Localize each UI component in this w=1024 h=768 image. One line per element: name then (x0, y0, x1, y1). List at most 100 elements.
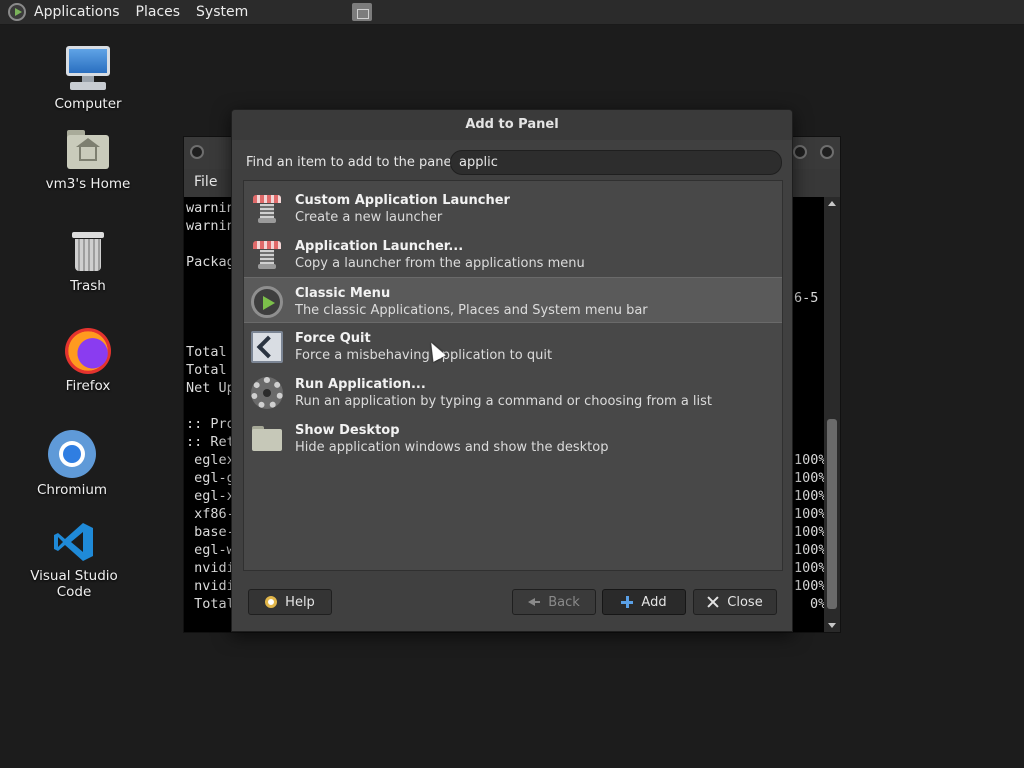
scroll-up-arrow-icon[interactable] (828, 201, 836, 206)
terminal-line: nvidi (186, 560, 235, 576)
terminal-line: Total (186, 596, 235, 612)
applications-logo-icon (8, 3, 26, 21)
item-name: Classic Menu (295, 286, 391, 301)
system-menu-label: System (196, 4, 249, 20)
terminal-scrollbar[interactable] (824, 197, 840, 632)
terminal-line: :: Pro (186, 416, 235, 432)
desktop-icon-home[interactable]: vm3's Home (28, 128, 148, 192)
terminal-percent: 100% (794, 452, 824, 468)
terminal-line: eglex (186, 452, 235, 468)
terminal-line: egl-g (186, 470, 235, 486)
home-folder-icon (65, 128, 111, 172)
item-description: Copy a launcher from the applications me… (295, 256, 585, 271)
list-item-application-launcher[interactable]: Application Launcher... Copy a launcher … (244, 231, 782, 277)
window-menu-button[interactable] (190, 145, 204, 159)
terminal-line: :: Ret (186, 434, 235, 450)
force-quit-icon (251, 331, 283, 363)
desktop-icon-label: Trash (70, 278, 106, 294)
list-item-run-application[interactable]: Run Application... Run an application by… (244, 369, 782, 415)
item-description: The classic Applications, Places and Sys… (295, 303, 648, 318)
add-button-label: Add (641, 594, 667, 610)
item-description: Run an application by typing a command o… (295, 394, 713, 409)
applications-menu-label: Applications (34, 4, 120, 20)
dialog-title: Add to Panel (232, 110, 792, 140)
close-icon (707, 596, 719, 608)
maximize-button[interactable] (793, 145, 807, 159)
terminal-percent: 100% (794, 578, 824, 594)
item-name: Force Quit (295, 331, 371, 346)
scrollbar-thumb[interactable] (827, 419, 837, 609)
terminal-percent: 100% (794, 524, 824, 540)
desktop-icon-label: vm3's Home (45, 176, 131, 192)
panel-item-list[interactable]: Custom Application Launcher Create a new… (243, 180, 783, 571)
launcher-icon (251, 239, 283, 271)
back-arrow-icon (528, 596, 541, 608)
help-button[interactable]: Help (248, 589, 332, 615)
help-button-label: Help (285, 594, 315, 610)
computer-icon (64, 44, 112, 92)
back-button-label: Back (548, 594, 580, 610)
terminal-percent: 100% (794, 542, 824, 558)
vscode-icon (52, 520, 96, 564)
terminal-line: Total (186, 344, 227, 360)
desktop-icon-trash[interactable]: Trash (28, 230, 148, 294)
desktop-icon-label: Visual Studio Code (30, 568, 118, 600)
file-menu[interactable]: File (194, 174, 217, 190)
terminal-line: egl-x (186, 488, 235, 504)
list-item-custom-application-launcher[interactable]: Custom Application Launcher Create a new… (244, 185, 782, 231)
terminal-percent: 100% (794, 488, 824, 504)
desktop-icon-label: Firefox (65, 378, 111, 394)
chromium-icon (48, 430, 96, 478)
terminal-line: Packag (186, 254, 235, 270)
terminal-line: warnin (186, 200, 235, 216)
system-menu[interactable]: System (188, 0, 256, 25)
terminal-line: xf86- (186, 506, 235, 522)
launcher-icon (251, 193, 283, 225)
desktop-icon-chromium[interactable]: Chromium (12, 430, 132, 498)
firefox-icon (65, 328, 111, 374)
item-name: Show Desktop (295, 423, 400, 438)
terminal-line: 6-5 (794, 290, 819, 306)
desktop-icon-label: Computer (54, 96, 122, 112)
item-name: Custom Application Launcher (295, 193, 510, 208)
add-to-panel-dialog: Add to Panel Find an item to add to the … (231, 109, 793, 632)
search-input[interactable] (450, 150, 782, 175)
places-menu[interactable]: Places (128, 0, 189, 25)
applications-menu[interactable]: Applications (0, 0, 128, 25)
top-panel: Applications Places System (0, 0, 1024, 25)
desktop-icon-label: Chromium (36, 482, 108, 498)
terminal-percent: 0% (810, 596, 824, 612)
close-button[interactable]: Close (693, 589, 777, 615)
list-item-show-desktop[interactable]: Show Desktop Hide application windows an… (244, 415, 782, 461)
terminal-percent: 100% (794, 560, 824, 576)
list-item-classic-menu[interactable]: Classic Menu The classic Applications, P… (244, 277, 782, 323)
add-button[interactable]: Add (602, 589, 686, 615)
item-description: Hide application windows and show the de… (295, 440, 609, 455)
list-item-force-quit[interactable]: Force Quit Force a misbehaving applicati… (244, 323, 782, 369)
desktop-icon-computer[interactable]: Computer (28, 44, 148, 112)
terminal-line: base- (186, 524, 235, 540)
close-button-label: Close (727, 594, 763, 610)
item-description: Force a misbehaving application to quit (295, 348, 553, 363)
back-button[interactable]: Back (512, 589, 596, 615)
find-item-label: Find an item to add to the panel: (246, 155, 460, 170)
panel-launcher-icon[interactable] (352, 3, 372, 21)
trash-icon (68, 230, 108, 274)
item-description: Create a new launcher (295, 210, 443, 225)
item-name: Application Launcher... (295, 239, 464, 254)
terminal-line: nvidi (186, 578, 235, 594)
scroll-down-arrow-icon[interactable] (828, 623, 836, 628)
places-menu-label: Places (135, 4, 181, 20)
terminal-line: Net Up (186, 380, 235, 396)
add-icon (621, 596, 634, 608)
terminal-line: warnin (186, 218, 235, 234)
terminal-line: Total (186, 362, 227, 378)
show-desktop-icon (251, 423, 283, 455)
terminal-percent: 100% (794, 506, 824, 522)
classic-menu-icon (251, 286, 283, 318)
desktop-icon-firefox[interactable]: Firefox (28, 328, 148, 394)
item-name: Run Application... (295, 377, 426, 392)
close-window-button[interactable] (820, 145, 834, 159)
desktop-icon-vscode[interactable]: Visual Studio Code (14, 520, 134, 600)
gear-icon (251, 377, 283, 409)
